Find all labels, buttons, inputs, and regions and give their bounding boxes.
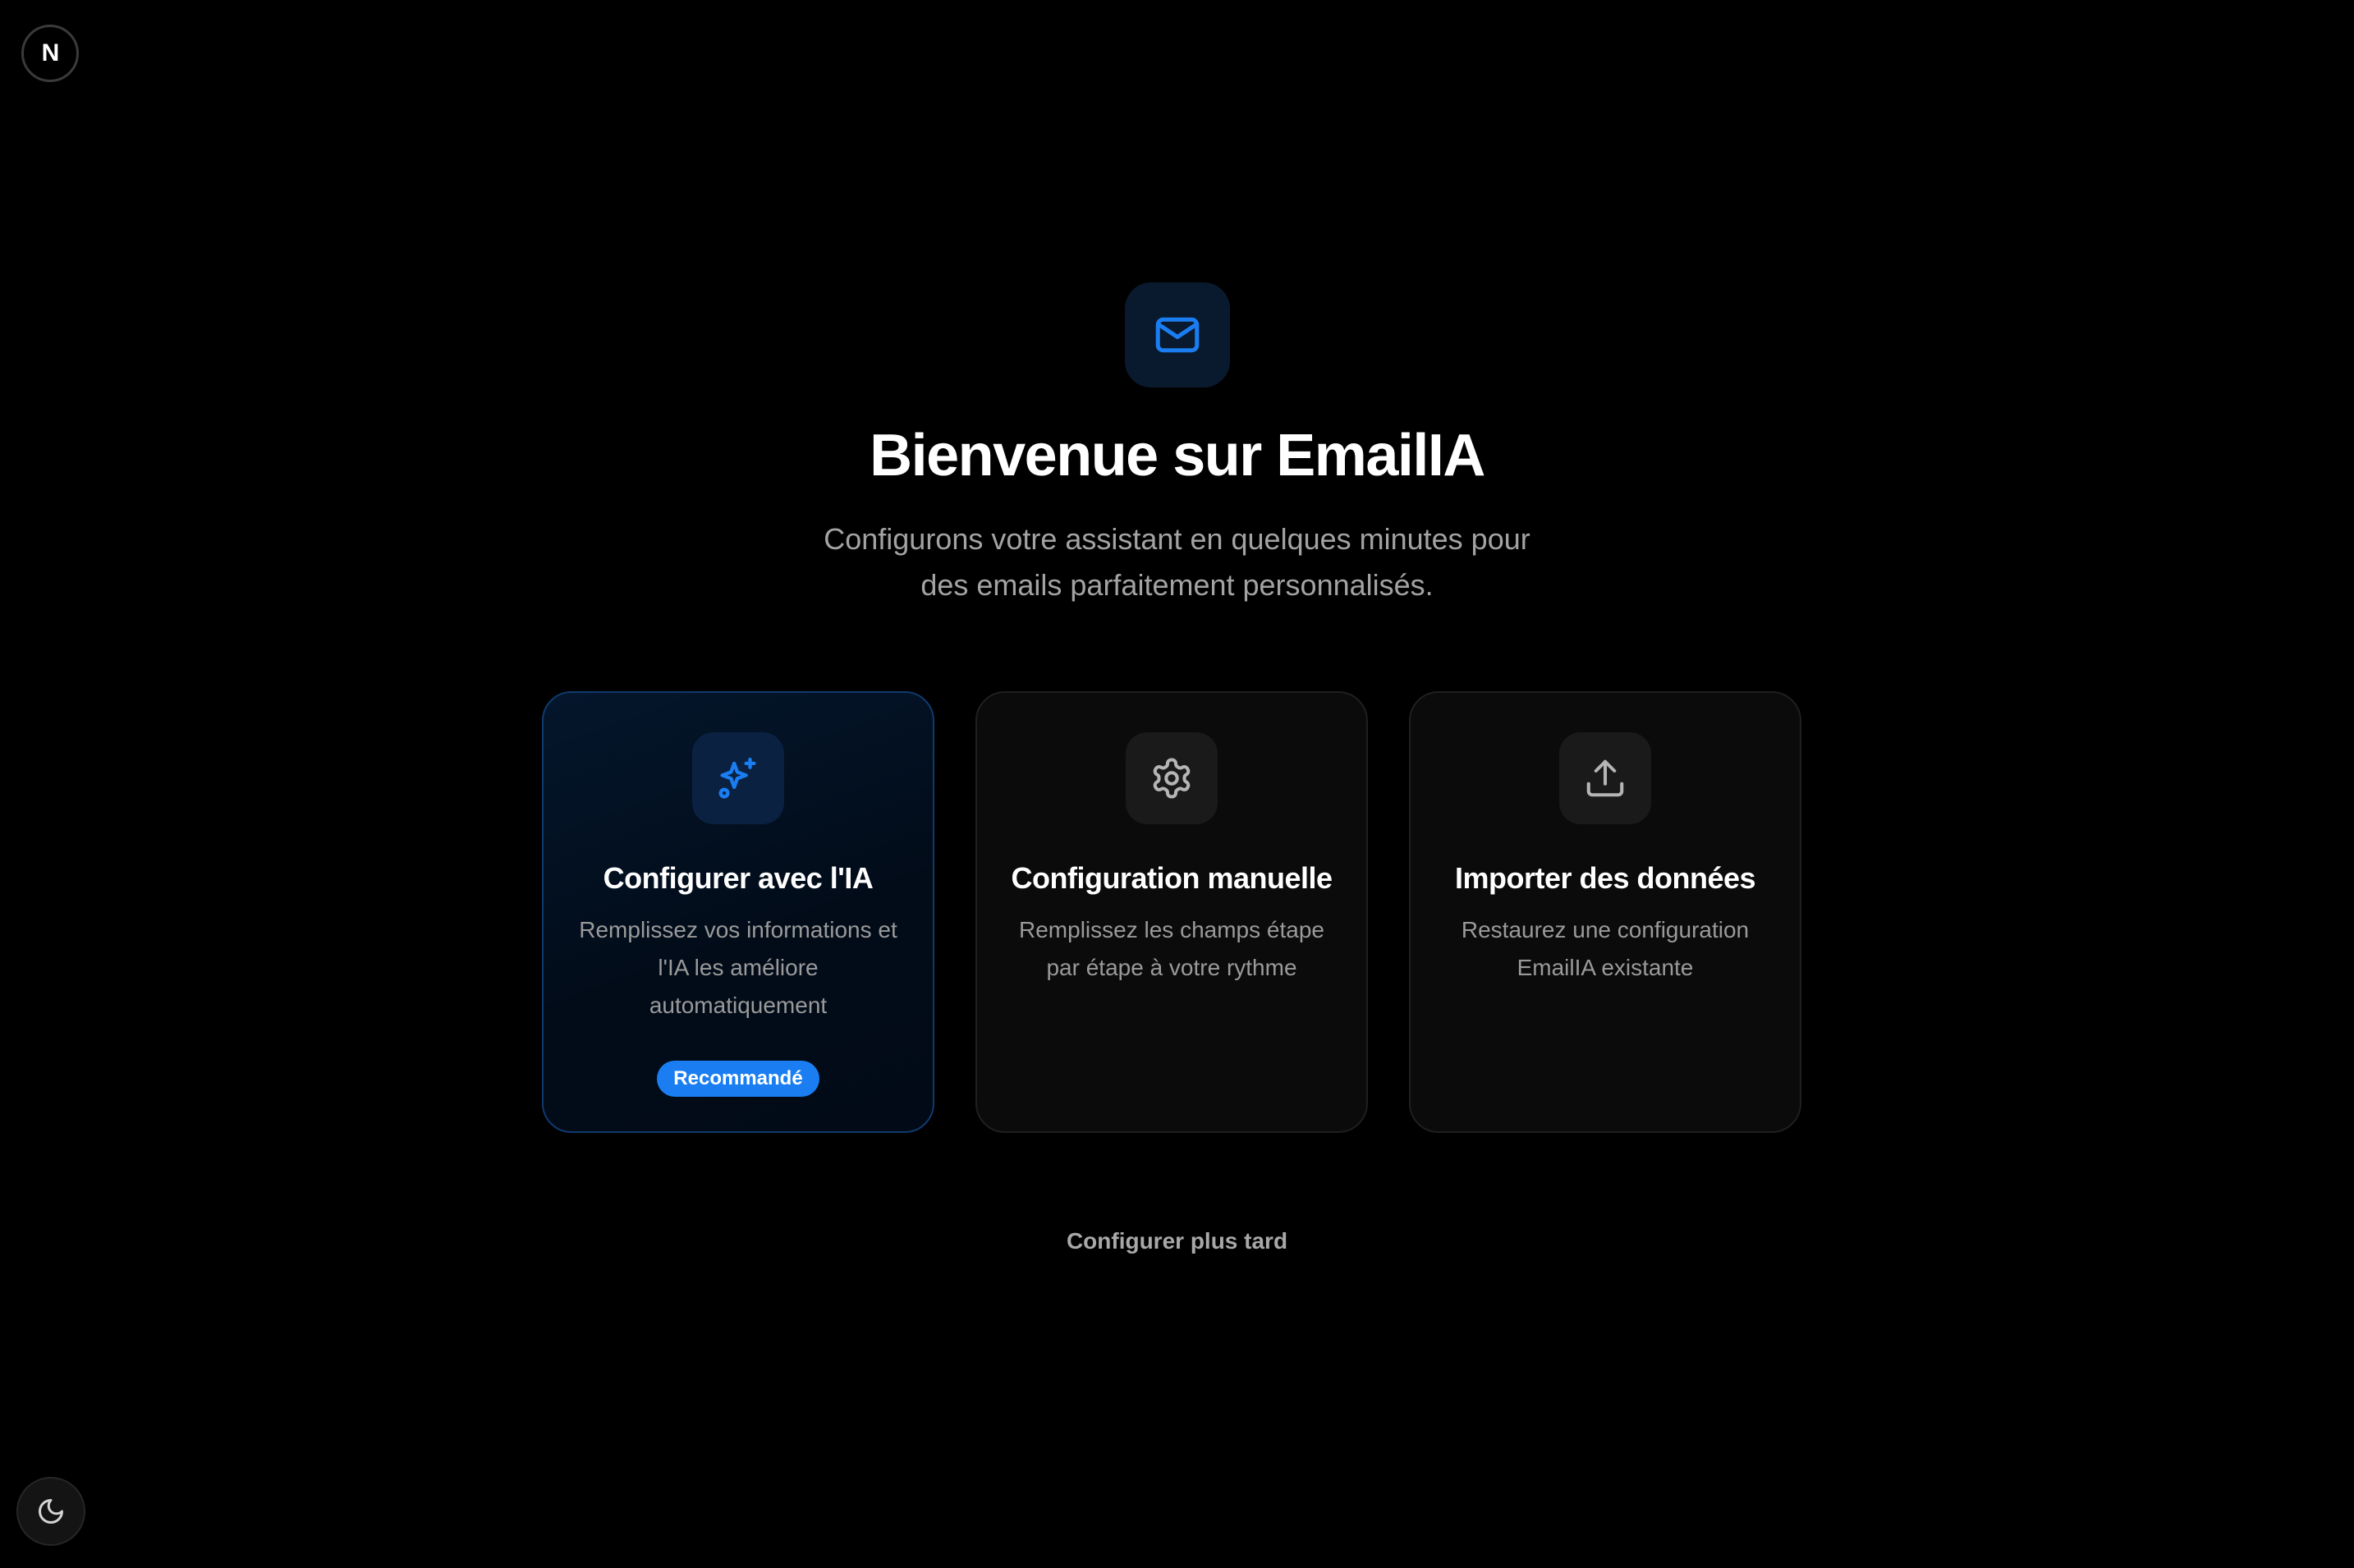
onboarding-page: N Bienvenue sur EmailIA Configurons votr… xyxy=(0,0,2354,1568)
option-description: Remplissez vos informations et l'IA les … xyxy=(579,917,897,1018)
option-title: Configurer avec l'IA xyxy=(603,861,874,895)
recommended-badge: Recommandé xyxy=(657,1061,819,1097)
option-card-manual[interactable]: Configuration manuelle Remplissez les ch… xyxy=(975,691,1368,1133)
hero-section: Bienvenue sur EmailIA Configurons votre … xyxy=(0,282,2354,608)
option-description: Remplissez les champs étape par étape à … xyxy=(1019,917,1324,980)
mail-icon xyxy=(1124,282,1230,387)
logo-letter: N xyxy=(41,39,60,66)
setup-options: Configurer avec l'IA Remplissez vos info… xyxy=(542,691,1803,1133)
moon-icon xyxy=(36,1497,66,1526)
app-logo[interactable]: N xyxy=(21,25,79,82)
option-title: Importer des données xyxy=(1454,861,1756,895)
theme-toggle-button[interactable] xyxy=(16,1477,85,1546)
option-card-ai[interactable]: Configurer avec l'IA Remplissez vos info… xyxy=(542,691,934,1133)
option-description: Restaurez une configuration EmailIA exis… xyxy=(1461,917,1750,980)
configure-later-link[interactable]: Configurer plus tard xyxy=(0,1228,2354,1254)
page-subtitle: Configurons votre assistant en quelques … xyxy=(824,522,1530,603)
page-title: Bienvenue sur EmailIA xyxy=(870,423,1485,488)
option-title: Configuration manuelle xyxy=(1011,861,1333,895)
upload-icon xyxy=(1559,732,1651,824)
gear-icon xyxy=(1126,732,1218,824)
sparkles-icon xyxy=(692,732,784,824)
option-card-import[interactable]: Importer des données Restaurez une confi… xyxy=(1409,691,1801,1133)
